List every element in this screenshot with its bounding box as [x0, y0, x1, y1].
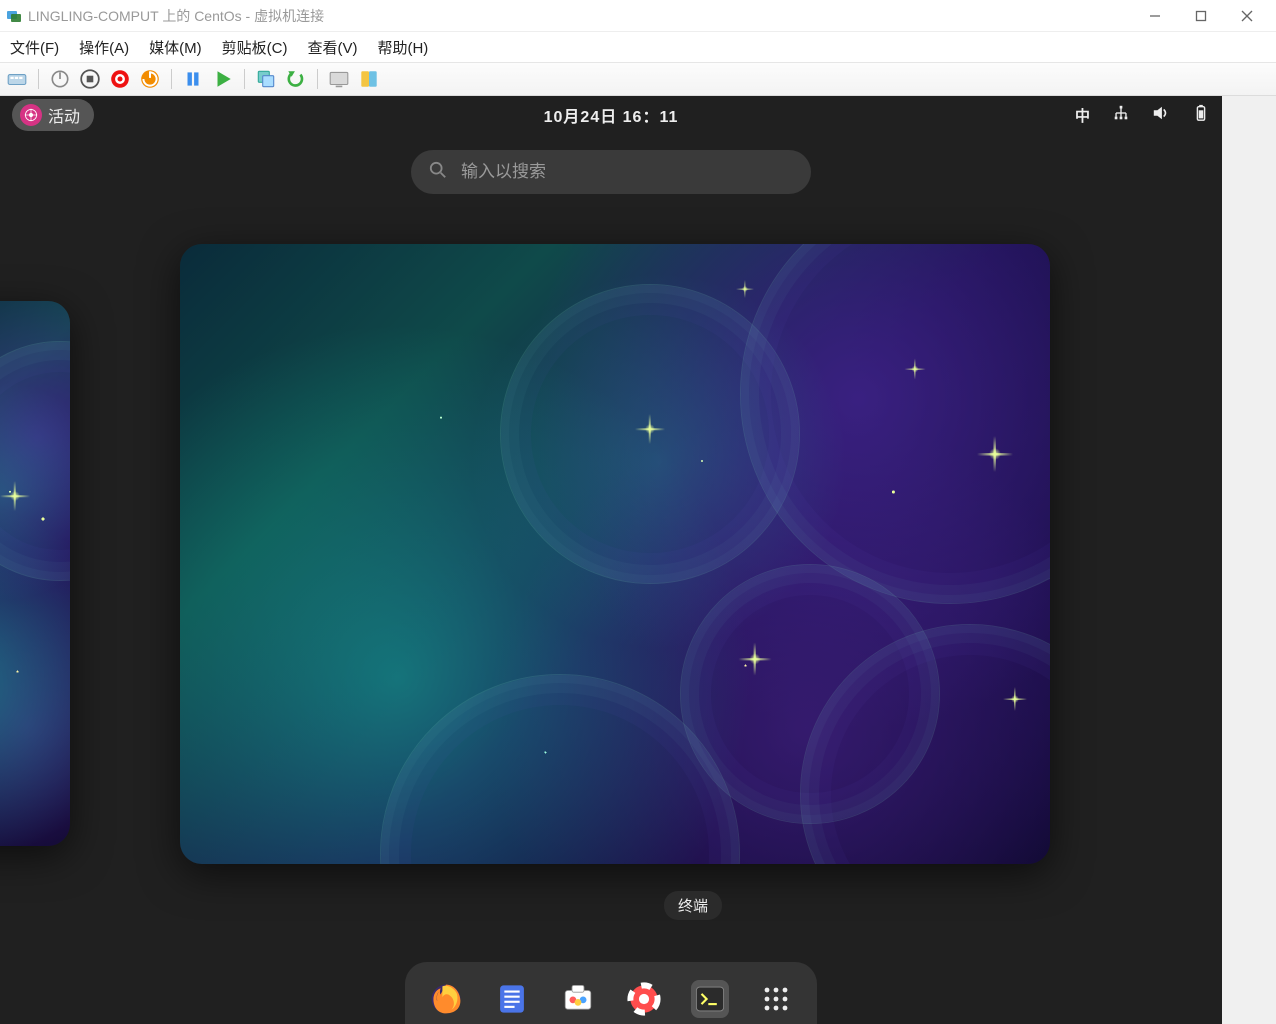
ime-indicator[interactable]: 中 — [1075, 105, 1090, 126]
vm-viewport: 活动 10月24日 16：11 中 — [0, 96, 1222, 1024]
search-icon — [429, 161, 447, 184]
toolbar-separator — [317, 69, 318, 89]
toolbar-separator — [244, 69, 245, 89]
window-title: LINGLING-COMPUT 上的 CentOs - 虚拟机连接 — [28, 6, 324, 26]
hyperv-menubar: 文件(F) 操作(A) 媒体(M) 剪贴板(C) 查看(V) 帮助(H) — [0, 32, 1276, 62]
activities-button[interactable]: 活动 — [12, 99, 94, 131]
reset-icon[interactable] — [139, 68, 161, 90]
minimize-button[interactable] — [1132, 0, 1178, 32]
checkpoint-icon[interactable] — [255, 68, 277, 90]
battery-icon[interactable] — [1192, 104, 1210, 126]
close-button[interactable] — [1224, 0, 1270, 32]
activities-label: 活动 — [48, 103, 80, 127]
revert-icon[interactable] — [285, 68, 307, 90]
dock-files[interactable] — [493, 980, 531, 1018]
hyperv-titlebar: LINGLING-COMPUT 上的 CentOs - 虚拟机连接 — [0, 0, 1276, 32]
window-controls — [1132, 0, 1270, 32]
menu-view[interactable]: 查看(V) — [307, 37, 357, 58]
dock-firefox[interactable] — [427, 980, 465, 1018]
menu-help[interactable]: 帮助(H) — [377, 37, 428, 58]
shutdown-icon[interactable] — [109, 68, 131, 90]
hyperv-toolbar — [0, 62, 1276, 96]
overview-search[interactable] — [411, 150, 811, 194]
dock-terminal[interactable] — [691, 980, 729, 1018]
dock-software[interactable] — [559, 980, 597, 1018]
share-icon[interactable] — [358, 68, 380, 90]
window-border-right — [1222, 96, 1276, 1024]
power-start-icon[interactable] — [49, 68, 71, 90]
network-icon[interactable] — [1112, 104, 1130, 126]
stop-icon[interactable] — [79, 68, 101, 90]
system-tray: 中 — [1075, 104, 1210, 126]
maximize-button[interactable] — [1178, 0, 1224, 32]
enhanced-session-icon[interactable] — [328, 68, 350, 90]
play-icon[interactable] — [212, 68, 234, 90]
volume-icon[interactable] — [1152, 104, 1170, 126]
vm-app-icon — [6, 8, 22, 24]
top-bar-clock[interactable]: 10月24日 16：11 — [544, 103, 679, 127]
menu-action[interactable]: 操作(A) — [79, 37, 129, 58]
activities-logo-icon — [20, 104, 42, 126]
toolbar-separator — [171, 69, 172, 89]
pause-icon[interactable] — [182, 68, 204, 90]
menu-clipboard[interactable]: 剪贴板(C) — [222, 37, 288, 58]
workspace-thumbnail[interactable] — [180, 244, 1050, 864]
dock-tooltip: 终端 — [664, 891, 722, 920]
menu-media[interactable]: 媒体(M) — [149, 37, 202, 58]
gnome-top-bar: 活动 10月24日 16：11 中 — [0, 96, 1222, 134]
gnome-dock — [405, 962, 817, 1024]
toolbar-separator — [38, 69, 39, 89]
workspace-peek[interactable] — [0, 301, 70, 846]
dock-help[interactable] — [625, 980, 663, 1018]
dock-show-apps[interactable] — [757, 980, 795, 1018]
search-input[interactable] — [461, 162, 793, 182]
ctrl-alt-del-icon[interactable] — [6, 68, 28, 90]
menu-file[interactable]: 文件(F) — [10, 37, 59, 58]
